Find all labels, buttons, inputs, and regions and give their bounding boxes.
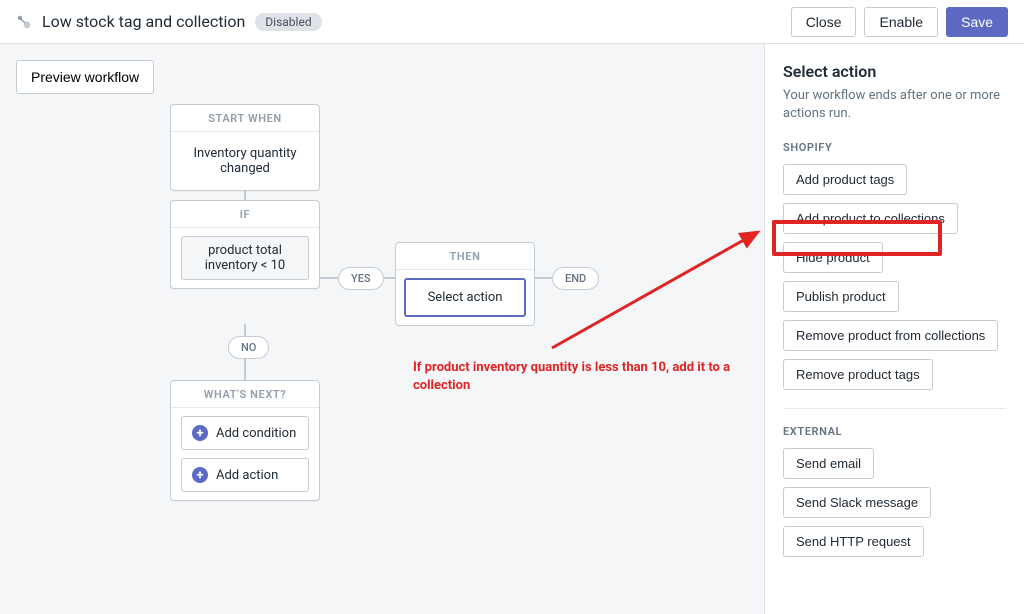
- topbar-left: Low stock tag and collection Disabled: [16, 12, 791, 31]
- whats-next-node: WHAT'S NEXT? + Add condition + Add actio…: [170, 380, 320, 501]
- plus-icon: +: [192, 467, 208, 483]
- shopify-group-label: SHOPIFY: [783, 141, 1006, 154]
- end-pill: END: [552, 267, 599, 290]
- save-button[interactable]: Save: [946, 7, 1008, 37]
- page-title: Low stock tag and collection: [42, 12, 245, 31]
- action-remove-product-tags[interactable]: Remove product tags: [783, 359, 933, 390]
- external-group-label: EXTERNAL: [783, 425, 1006, 438]
- if-node-header: IF: [171, 201, 319, 228]
- action-add-product-to-collections[interactable]: Add product to collections: [783, 203, 958, 234]
- select-action-slot[interactable]: Select action: [404, 278, 526, 317]
- start-node-trigger: Inventory quantity changed: [181, 140, 309, 182]
- action-remove-from-collections[interactable]: Remove product from collections: [783, 320, 998, 351]
- action-add-product-tags[interactable]: Add product tags: [783, 164, 907, 195]
- annotation-text: If product inventory quantity is less th…: [413, 359, 733, 395]
- shopify-actions: Add product tags Add product to collecti…: [783, 164, 1006, 390]
- panel-divider: [783, 408, 1006, 409]
- action-panel: Select action Your workflow ends after o…: [764, 44, 1024, 614]
- panel-title: Select action: [783, 62, 1006, 81]
- close-button[interactable]: Close: [791, 7, 857, 37]
- annotation-arrow: [540, 222, 780, 362]
- add-action-label: Add action: [216, 468, 278, 483]
- add-condition-label: Add condition: [216, 426, 296, 441]
- if-node[interactable]: IF product total inventory < 10: [170, 200, 320, 289]
- workflow-icon: [16, 14, 32, 30]
- action-send-email[interactable]: Send email: [783, 448, 874, 479]
- action-send-slack[interactable]: Send Slack message: [783, 487, 931, 518]
- action-send-http[interactable]: Send HTTP request: [783, 526, 924, 557]
- external-actions: Send email Send Slack message Send HTTP …: [783, 448, 1006, 557]
- then-node: THEN Select action: [395, 242, 535, 326]
- yes-pill: YES: [338, 267, 384, 290]
- main: Preview workflow START WHEN Inventory qu…: [0, 44, 1024, 614]
- start-node[interactable]: START WHEN Inventory quantity changed: [170, 104, 320, 191]
- topbar-actions: Close Enable Save: [791, 7, 1008, 37]
- add-action-option[interactable]: + Add action: [181, 458, 309, 492]
- panel-subtitle: Your workflow ends after one or more act…: [783, 87, 1006, 123]
- preview-workflow-button[interactable]: Preview workflow: [16, 60, 154, 94]
- whats-next-header: WHAT'S NEXT?: [171, 381, 319, 408]
- status-badge: Disabled: [255, 13, 321, 31]
- action-publish-product[interactable]: Publish product: [783, 281, 899, 312]
- workflow-canvas: Preview workflow START WHEN Inventory qu…: [0, 44, 764, 614]
- if-condition[interactable]: product total inventory < 10: [181, 236, 309, 280]
- enable-button[interactable]: Enable: [864, 7, 938, 37]
- no-pill: NO: [228, 336, 269, 359]
- action-hide-product[interactable]: Hide product: [783, 242, 883, 273]
- topbar: Low stock tag and collection Disabled Cl…: [0, 0, 1024, 44]
- plus-icon: +: [192, 425, 208, 441]
- start-node-header: START WHEN: [171, 105, 319, 132]
- add-condition-option[interactable]: + Add condition: [181, 416, 309, 450]
- then-header: THEN: [396, 243, 534, 270]
